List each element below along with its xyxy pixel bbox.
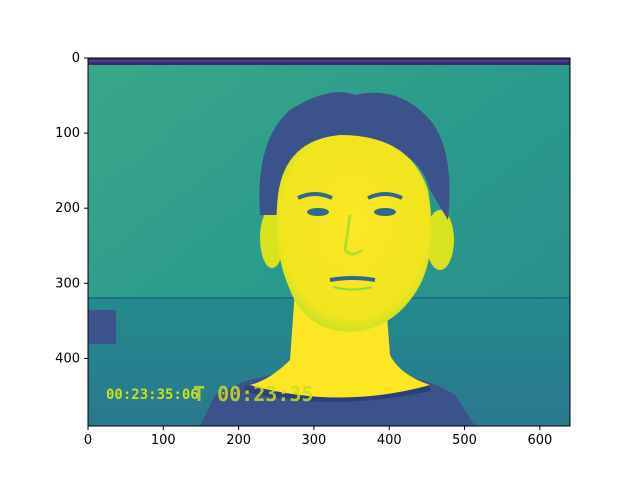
overlay-text-2: T 00:23:35 <box>193 382 313 406</box>
x-axis: 0 100 200 300 400 500 600 <box>84 426 552 448</box>
figure: 00:23:35:06 T 00:23:35 0 100 200 300 400 500 6… <box>55 51 571 448</box>
y-tick-label: 0 <box>72 51 80 66</box>
overlay-timecode: 00:23:35:06 <box>106 387 199 403</box>
left-dark-patch <box>88 310 116 344</box>
x-tick-label: 0 <box>84 433 92 448</box>
x-tick-label: 400 <box>377 433 402 448</box>
y-tick-label: 100 <box>55 126 80 141</box>
x-tick-label: 100 <box>151 433 176 448</box>
y-tick-label: 200 <box>55 201 80 216</box>
right-eye <box>374 208 396 216</box>
image-area: 00:23:35:06 T 00:23:35 <box>88 58 570 426</box>
y-axis: 0 100 200 300 400 <box>55 51 88 366</box>
x-tick-label: 500 <box>452 433 477 448</box>
y-tick-label: 300 <box>55 276 80 291</box>
mouth <box>329 276 376 282</box>
x-tick-label: 600 <box>527 433 552 448</box>
y-tick-label: 400 <box>55 351 80 366</box>
left-eye <box>307 208 329 216</box>
x-tick-label: 200 <box>226 433 251 448</box>
x-tick-label: 300 <box>302 433 327 448</box>
